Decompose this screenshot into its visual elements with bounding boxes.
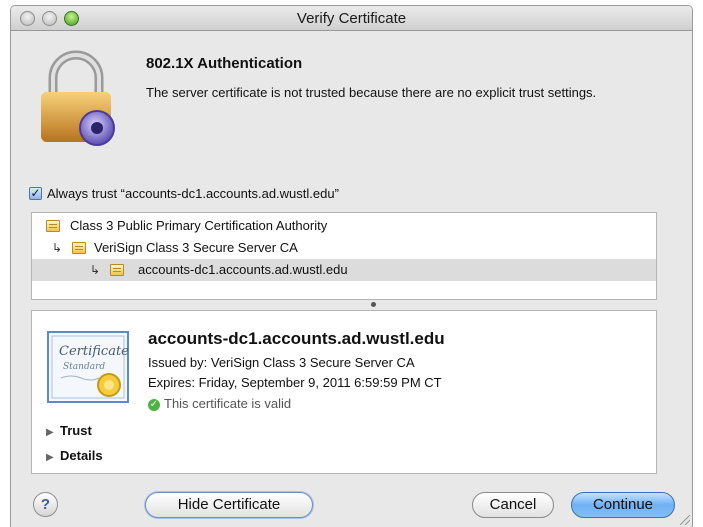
chain-item-label: VeriSign Class 3 Secure Server CA bbox=[94, 240, 298, 255]
certificate-badge-subtitle: Standard bbox=[63, 362, 105, 372]
cancel-button[interactable]: Cancel bbox=[472, 492, 554, 518]
hide-certificate-button[interactable]: Hide Certificate bbox=[145, 492, 313, 518]
chain-item-label: accounts-dc1.accounts.ad.wustl.edu bbox=[138, 262, 348, 277]
certificate-expiry: Expires: Friday, September 9, 2011 6:59:… bbox=[148, 375, 442, 390]
padlock-icon bbox=[41, 50, 115, 146]
certificate-icon bbox=[72, 242, 86, 254]
title-bar[interactable]: Verify Certificate bbox=[11, 6, 692, 31]
pane-splitter[interactable] bbox=[31, 300, 657, 310]
certificate-badge-title: Certificate bbox=[59, 344, 129, 359]
dialog-heading: 802.1X Authentication bbox=[146, 55, 303, 72]
chain-item-leaf[interactable]: ↳ accounts-dc1.accounts.ad.wustl.edu bbox=[32, 259, 656, 281]
verify-certificate-window: Verify Certificate 802.1X Authentication… bbox=[10, 5, 693, 527]
certificate-chain-list: Class 3 Public Primary Certification Aut… bbox=[31, 212, 657, 300]
child-arrow-icon: ↳ bbox=[52, 241, 63, 255]
always-trust-checkbox[interactable]: ✓ bbox=[29, 187, 42, 200]
help-button[interactable]: ? bbox=[33, 492, 58, 517]
resize-grip[interactable] bbox=[680, 515, 690, 525]
certificate-icon bbox=[46, 220, 60, 232]
continue-button[interactable]: Continue bbox=[571, 492, 675, 518]
dialog-description: The server certificate is not trusted be… bbox=[146, 85, 597, 100]
child-arrow-icon: ↳ bbox=[90, 263, 101, 277]
disclosure-triangle-icon[interactable]: ▶ bbox=[46, 427, 60, 438]
details-disclosure-label: Details bbox=[60, 448, 103, 463]
chain-item-label: Class 3 Public Primary Certification Aut… bbox=[70, 218, 328, 233]
certificate-detail-pane: Certificate Standard accounts-dc1.accoun… bbox=[31, 310, 657, 474]
always-trust-label[interactable]: Always trust “accounts-dc1.accounts.ad.w… bbox=[47, 186, 339, 201]
certificate-icon bbox=[110, 264, 124, 276]
trust-disclosure-label: Trust bbox=[60, 423, 92, 438]
valid-check-icon: ✓ bbox=[148, 399, 160, 411]
trust-disclosure[interactable]: ▶ Trust bbox=[46, 423, 92, 438]
disclosure-triangle-icon[interactable]: ▶ bbox=[46, 452, 60, 463]
certificate-issuer: Issued by: VeriSign Class 3 Secure Serve… bbox=[148, 355, 415, 370]
chain-item-intermediate[interactable]: ↳ VeriSign Class 3 Secure Server CA bbox=[32, 237, 656, 259]
chain-item-root[interactable]: Class 3 Public Primary Certification Aut… bbox=[32, 215, 656, 237]
certificate-badge-icon: Certificate Standard bbox=[47, 331, 129, 403]
splitter-handle-icon[interactable] bbox=[371, 302, 376, 307]
details-disclosure[interactable]: ▶ Details bbox=[46, 448, 103, 463]
certificate-status: This certificate is valid bbox=[164, 396, 292, 411]
certificate-name: accounts-dc1.accounts.ad.wustl.edu bbox=[148, 329, 445, 348]
window-title: Verify Certificate bbox=[296, 10, 407, 27]
